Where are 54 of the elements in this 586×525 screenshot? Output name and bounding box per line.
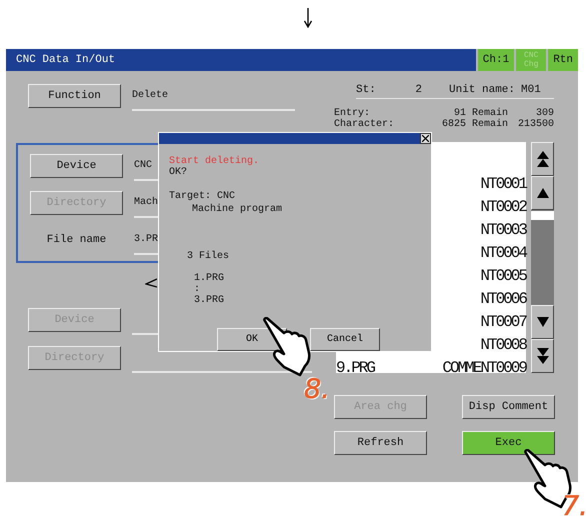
station-value: 2 bbox=[414, 85, 422, 98]
dialog-message: Start deleting. bbox=[169, 156, 260, 167]
down-arrow-icon bbox=[304, 8, 312, 28]
file-entry: : bbox=[194, 284, 202, 295]
count-value: 6825 bbox=[440, 119, 466, 130]
step-number: 8. bbox=[304, 374, 330, 405]
page-down-button[interactable] bbox=[531, 339, 554, 373]
target-detail: Machine program bbox=[192, 204, 284, 215]
file-entry: 3.PRG bbox=[194, 295, 226, 306]
unit-name-label: Unit name: bbox=[449, 85, 516, 98]
comment-cell-text: NT0006 bbox=[479, 290, 526, 308]
target-label: Target: CNC bbox=[169, 191, 236, 202]
header-button[interactable]: Ch:1 bbox=[476, 49, 514, 71]
file-name-label: File name bbox=[46, 233, 108, 248]
down-arrow-icon bbox=[536, 317, 548, 327]
comment-cell-text: NT0001 bbox=[479, 174, 526, 192]
comment-cell-text: NT0003 bbox=[479, 220, 526, 238]
down-arrow-icon bbox=[536, 348, 548, 364]
function-button[interactable]: Function bbox=[28, 84, 121, 108]
dialog-button[interactable]: Cancel bbox=[310, 328, 380, 351]
station-label: St: bbox=[356, 85, 377, 98]
close-icon bbox=[422, 135, 429, 142]
dialog-prompt: OK? bbox=[169, 167, 188, 178]
scrollbar-thumb[interactable] bbox=[531, 211, 554, 220]
device-button[interactable]: Device bbox=[30, 154, 123, 178]
function-value: Delete bbox=[132, 84, 295, 111]
scroll-up-button[interactable] bbox=[531, 176, 554, 210]
file-entry: 1.PRG bbox=[194, 273, 226, 284]
action-button[interactable]: Exec bbox=[462, 431, 555, 455]
count-label: Entry: bbox=[334, 108, 370, 119]
step-number: 7. bbox=[562, 491, 586, 522]
comment-cell-text: NT0004 bbox=[479, 244, 526, 262]
file-name-cell-text: 9.PRG bbox=[336, 358, 376, 376]
up-arrow-icon bbox=[536, 188, 548, 198]
close-button[interactable] bbox=[420, 133, 431, 144]
comment-cell-text: NT0005 bbox=[479, 266, 526, 284]
remain-value: 213500 bbox=[516, 119, 554, 130]
comment-cell-text: NT0007 bbox=[479, 312, 526, 330]
window-title: CNC Data In/Out bbox=[15, 53, 116, 68]
comment-cell-text: NT0002 bbox=[479, 198, 526, 216]
unit-name-value: M01 bbox=[521, 85, 541, 98]
count-label: Character: bbox=[334, 119, 396, 130]
scroll-down-button[interactable] bbox=[531, 305, 554, 339]
action-button[interactable]: Refresh bbox=[334, 431, 427, 455]
remain-label: Remain bbox=[470, 119, 508, 130]
action-button[interactable]: Disp Comment bbox=[462, 395, 555, 419]
count-value: 91 bbox=[452, 108, 466, 119]
up-arrow-icon bbox=[536, 151, 548, 167]
remain-label: Remain bbox=[470, 108, 508, 119]
comment-cell-text: COMMENT0009 bbox=[441, 358, 526, 376]
remain-value: 309 bbox=[534, 108, 554, 119]
page-up-button[interactable] bbox=[531, 142, 554, 176]
comment-cell-text: NT0008 bbox=[479, 336, 526, 354]
header-button[interactable]: Rtn bbox=[546, 49, 578, 71]
